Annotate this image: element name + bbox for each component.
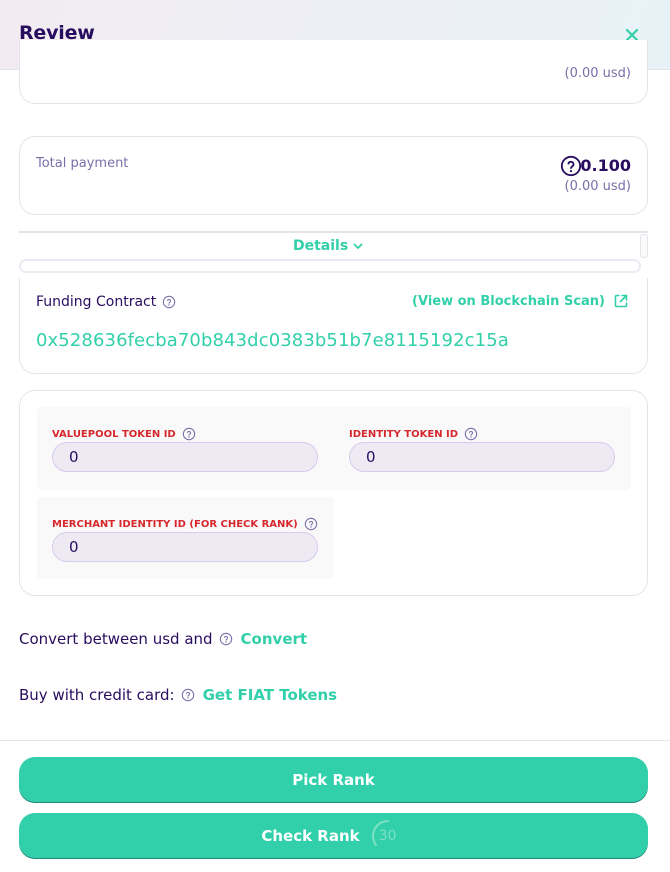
- divider-bar: [19, 259, 641, 273]
- valuepool-token-id-label: VALUEPOOL TOKEN ID: [52, 428, 176, 440]
- convert-row: Convert between usd and Convert: [19, 630, 307, 648]
- check-rank-label: Check Rank: [261, 827, 360, 845]
- funding-contract-label: Funding Contract: [36, 294, 157, 310]
- funding-contract-card: Funding Contract (View on Blockchain Sca…: [19, 278, 648, 374]
- buy-row: Buy with credit card: Get FIAT Tokens: [19, 686, 337, 704]
- merchant-id-row: MERCHANT IDENTITY ID (FOR CHECK RANK) 0: [37, 497, 334, 579]
- buy-text: Buy with credit card:: [19, 686, 175, 704]
- help-icon[interactable]: [304, 517, 318, 531]
- pick-rank-label: Pick Rank: [292, 771, 375, 789]
- token-id-form: VALUEPOOL TOKEN ID 0 IDENTITY TOKEN ID 0…: [19, 390, 648, 596]
- help-icon[interactable]: [560, 155, 582, 177]
- help-icon[interactable]: [162, 295, 176, 309]
- countdown-spinner: 30: [370, 818, 406, 854]
- fee-usd: (0.00 usd): [564, 66, 632, 81]
- total-payment-value: 0.100: [580, 156, 631, 175]
- total-payment-card: Total payment 0.100 (0.00 usd): [19, 136, 648, 215]
- merchant-identity-id-input[interactable]: 0: [52, 532, 318, 562]
- scrollbar[interactable]: [640, 234, 648, 258]
- identity-token-id-label: IDENTITY TOKEN ID: [349, 428, 459, 440]
- identity-token-id-input[interactable]: 0: [349, 442, 615, 472]
- total-payment-label: Total payment: [36, 156, 129, 171]
- help-icon[interactable]: [464, 427, 478, 441]
- valuepool-token-id-input[interactable]: 0: [52, 442, 318, 472]
- check-rank-button[interactable]: Check Rank 30: [19, 813, 648, 859]
- get-fiat-tokens-link[interactable]: Get FIAT Tokens: [203, 686, 338, 704]
- identity-token-id-label-row: IDENTITY TOKEN ID: [349, 427, 478, 441]
- help-icon[interactable]: [182, 427, 196, 441]
- fee-card: (0.00 usd): [19, 40, 648, 104]
- total-payment-usd: (0.00 usd): [564, 179, 632, 194]
- help-icon[interactable]: [181, 688, 195, 702]
- details-label: Details: [293, 238, 349, 254]
- view-on-blockchain-label: (View on Blockchain Scan): [412, 293, 605, 309]
- convert-link[interactable]: Convert: [241, 630, 308, 648]
- help-icon[interactable]: [219, 632, 233, 646]
- valuepool-token-id-label-row: VALUEPOOL TOKEN ID: [52, 427, 196, 441]
- token-id-row: VALUEPOOL TOKEN ID 0 IDENTITY TOKEN ID 0: [37, 407, 631, 490]
- view-on-blockchain-link[interactable]: (View on Blockchain Scan): [412, 293, 629, 309]
- merchant-identity-id-label-row: MERCHANT IDENTITY ID (FOR CHECK RANK): [52, 517, 318, 531]
- details-toggle[interactable]: Details: [293, 238, 364, 254]
- merchant-identity-id-label: MERCHANT IDENTITY ID (FOR CHECK RANK): [52, 518, 298, 530]
- footer-divider: [0, 740, 670, 741]
- countdown-value: 30: [378, 828, 397, 844]
- contract-address[interactable]: 0x528636fecba70b843dc0383b51b7e8115192c1…: [36, 330, 509, 351]
- pick-rank-button[interactable]: Pick Rank: [19, 757, 648, 803]
- external-link-icon: [614, 294, 628, 308]
- chevron-down-icon: [353, 243, 363, 250]
- funding-contract-heading: Funding Contract: [36, 294, 176, 310]
- convert-text: Convert between usd and: [19, 630, 213, 648]
